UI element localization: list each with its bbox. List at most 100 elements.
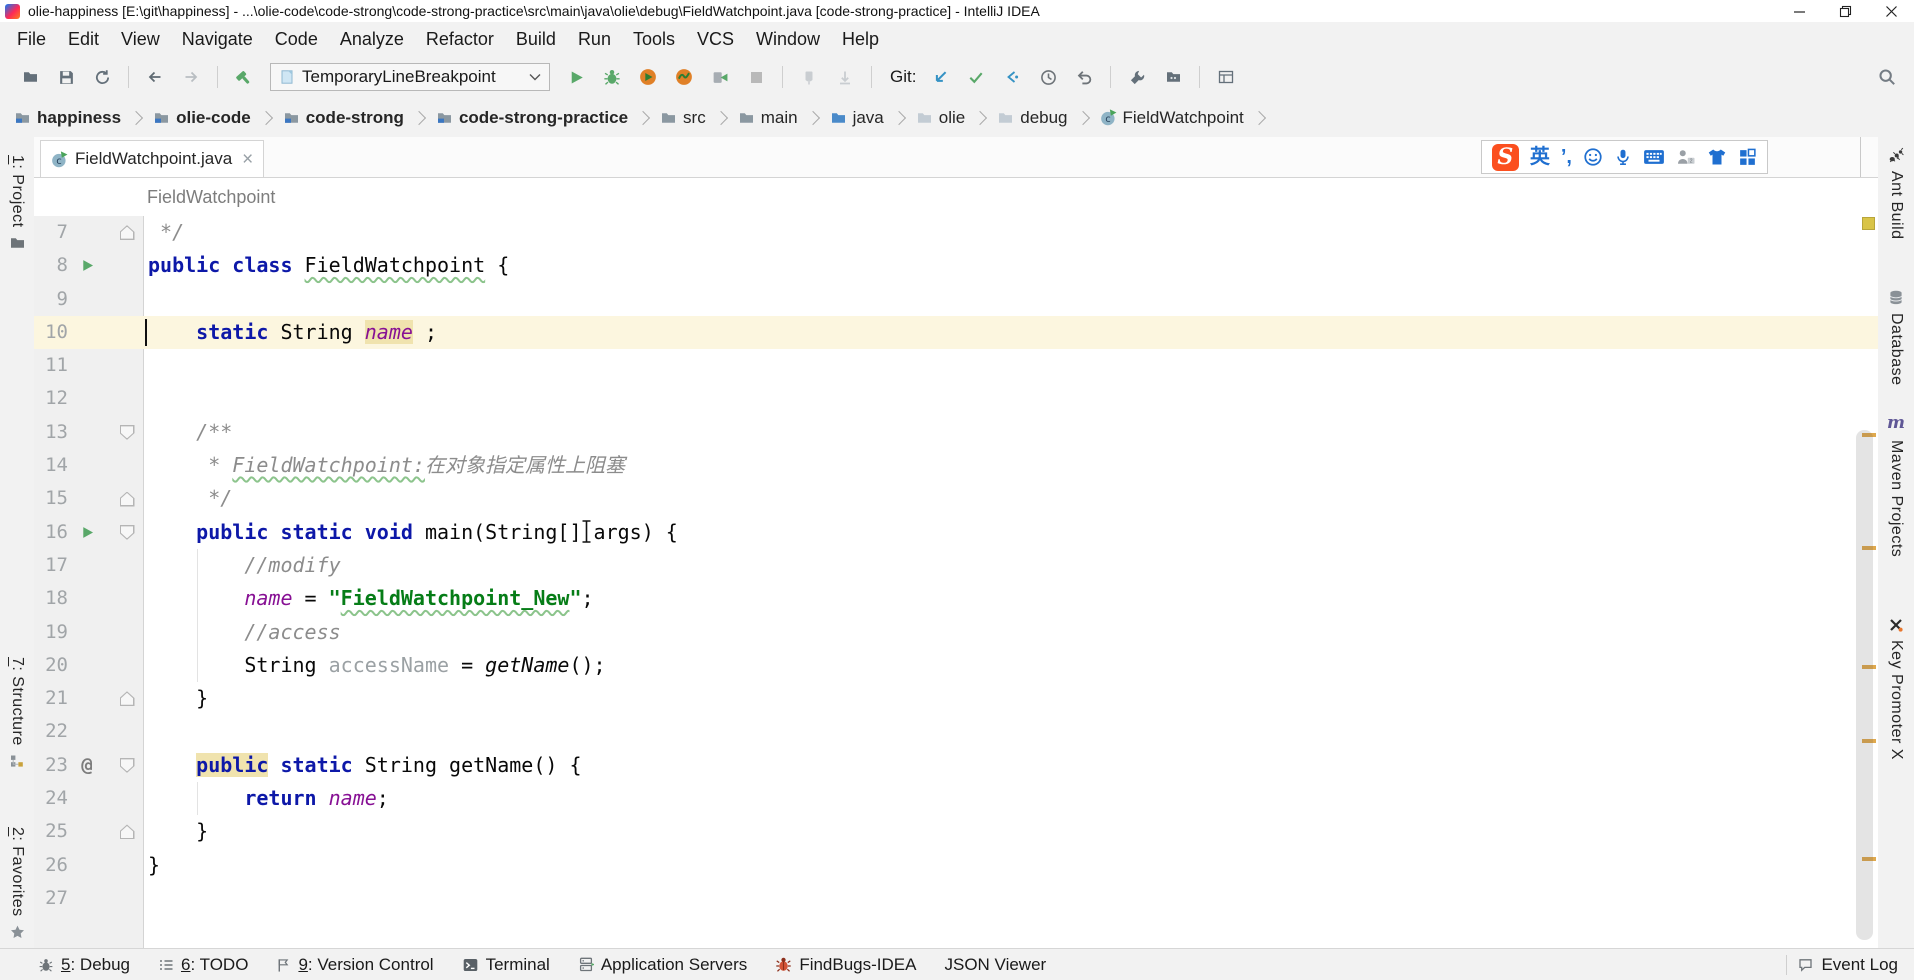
pull-button[interactable] xyxy=(832,64,858,90)
line-number[interactable]: 7 xyxy=(36,216,68,249)
ime-english-mode-toggle[interactable]: 英 xyxy=(1530,147,1550,167)
fold-end-icon[interactable] xyxy=(120,225,135,240)
inspections-indicator[interactable] xyxy=(1862,217,1875,230)
forward-button[interactable] xyxy=(178,64,204,90)
gutter[interactable]: 25 xyxy=(34,815,143,848)
breadcrumb-src[interactable]: src xyxy=(660,108,706,128)
line-number[interactable]: 14 xyxy=(36,449,68,482)
open-button[interactable] xyxy=(17,64,43,90)
line-number[interactable]: 17 xyxy=(36,549,68,582)
gutter[interactable]: 14 xyxy=(34,449,143,482)
project-structure-button[interactable] xyxy=(1160,64,1186,90)
gutter[interactable]: 26 xyxy=(34,849,143,882)
back-button[interactable] xyxy=(142,64,168,90)
line-number[interactable]: 21 xyxy=(36,682,68,715)
breadcrumb-code-strong[interactable]: code-strong xyxy=(283,108,404,128)
gutter[interactable]: 21 xyxy=(34,682,143,715)
toolwindow-1-project[interactable]: 1: Project xyxy=(0,155,34,251)
gutter[interactable]: 9 xyxy=(34,283,143,316)
toolwindow-button-application-servers[interactable]: Application Servers xyxy=(578,955,747,975)
at-icon[interactable]: @ xyxy=(81,754,92,776)
toolwindow-button-json-viewer[interactable]: JSON Viewer xyxy=(944,955,1046,975)
gutter[interactable]: 12 xyxy=(34,382,143,415)
sogou-icon[interactable]: S xyxy=(1492,144,1519,171)
breadcrumb-olie[interactable]: olie xyxy=(916,108,965,128)
menu-tools[interactable]: Tools xyxy=(622,22,686,56)
code-line-text[interactable] xyxy=(143,882,1878,915)
gutter[interactable]: 17 xyxy=(34,549,143,582)
tab-fieldwatchpoint-java[interactable]: c FieldWatchpoint.java × xyxy=(40,140,264,177)
code-line-text[interactable]: String accessName = getName(); xyxy=(143,649,1878,682)
attach-debugger-button[interactable] xyxy=(707,64,733,90)
code-line-text[interactable] xyxy=(143,283,1878,316)
gutter[interactable]: 13 xyxy=(34,416,143,449)
code-line-text[interactable]: } xyxy=(143,815,1878,848)
gutter[interactable]: 10 xyxy=(34,316,143,349)
skin-icon[interactable] xyxy=(1707,148,1727,166)
line-number[interactable]: 18 xyxy=(36,582,68,615)
menu-navigate[interactable]: Navigate xyxy=(171,22,264,56)
code-line-text[interactable]: */ xyxy=(143,482,1878,515)
line-number[interactable]: 19 xyxy=(36,616,68,649)
git-revert-button[interactable] xyxy=(999,64,1025,90)
code-line-text[interactable]: return name; xyxy=(143,782,1878,815)
code-line-text[interactable] xyxy=(143,349,1878,382)
toolwindow-key-promoter-x[interactable]: Key Promoter X xyxy=(1878,617,1914,760)
breadcrumb-debug[interactable]: debug xyxy=(997,108,1067,128)
menu-code[interactable]: Code xyxy=(264,22,329,56)
menu-build[interactable]: Build xyxy=(505,22,567,56)
toolwindow-database[interactable]: Database xyxy=(1878,289,1914,386)
toolbox-icon[interactable] xyxy=(1738,148,1757,167)
fold-end-icon[interactable] xyxy=(120,824,135,839)
breadcrumb-main[interactable]: main xyxy=(738,108,798,128)
gutter[interactable]: 15 xyxy=(34,482,143,515)
code-line-text[interactable]: */ xyxy=(143,216,1878,249)
restore-button[interactable] xyxy=(1822,0,1868,22)
run-gutter-icon[interactable] xyxy=(80,258,95,273)
run-with-profiler-button[interactable] xyxy=(671,64,697,90)
gutter[interactable]: 24 xyxy=(34,782,143,815)
gutter[interactable]: 11 xyxy=(34,349,143,382)
synchronize-button[interactable] xyxy=(89,64,115,90)
toolwindow-button-9-version-control[interactable]: 9: Version Control xyxy=(276,955,433,975)
menu-edit[interactable]: Edit xyxy=(57,22,110,56)
line-number[interactable]: 9 xyxy=(36,283,68,316)
show-history-button[interactable] xyxy=(1035,64,1061,90)
toolwindow-ant-build[interactable]: Ant Build xyxy=(1878,147,1914,240)
keyboard-icon[interactable] xyxy=(1643,148,1665,166)
code-line-text[interactable]: static String name ; xyxy=(143,316,1878,349)
settings-button[interactable] xyxy=(1124,64,1150,90)
run-with-coverage-button[interactable] xyxy=(635,64,661,90)
gutter[interactable]: 8 xyxy=(34,249,143,282)
git-update-button[interactable] xyxy=(927,64,953,90)
line-number[interactable]: 25 xyxy=(36,815,68,848)
toolwindow-button-terminal[interactable]: Terminal xyxy=(462,955,550,975)
undo-button[interactable] xyxy=(1071,64,1097,90)
editor-scrollbar[interactable] xyxy=(1856,430,1873,940)
restore-layout-button[interactable] xyxy=(1213,64,1239,90)
menu-vcs[interactable]: VCS xyxy=(686,22,745,56)
gutter[interactable]: 20 xyxy=(34,649,143,682)
code-editor[interactable]: 7 */8public class FieldWatchpoint {910 s… xyxy=(34,216,1878,948)
save-all-button[interactable] xyxy=(53,64,79,90)
ime-punctuation-toggle[interactable]: ’, xyxy=(1561,147,1572,167)
mic-icon[interactable] xyxy=(1614,147,1632,167)
line-number[interactable]: 10 xyxy=(36,316,68,349)
line-number[interactable]: 26 xyxy=(36,849,68,882)
run-button[interactable] xyxy=(563,64,589,90)
line-number[interactable]: 27 xyxy=(36,882,68,915)
line-number[interactable]: 24 xyxy=(36,782,68,815)
gutter[interactable]: 19 xyxy=(34,616,143,649)
code-line-text[interactable] xyxy=(143,715,1878,748)
debug-button[interactable] xyxy=(599,64,625,90)
fold-end-icon[interactable] xyxy=(120,492,135,507)
tab-close-icon[interactable]: × xyxy=(242,150,253,169)
code-line-text[interactable]: public static String getName() { xyxy=(143,749,1878,782)
line-number[interactable]: 12 xyxy=(36,382,68,415)
toolwindow-button-5-debug[interactable]: 5: Debug xyxy=(38,955,130,975)
line-number[interactable]: 13 xyxy=(36,416,68,449)
fold-start-icon[interactable] xyxy=(120,525,135,540)
fold-end-icon[interactable] xyxy=(120,691,135,706)
code-line-text[interactable]: * FieldWatchpoint:在对象指定属性上阻塞 xyxy=(143,449,1878,482)
minimize-button[interactable] xyxy=(1776,0,1822,22)
